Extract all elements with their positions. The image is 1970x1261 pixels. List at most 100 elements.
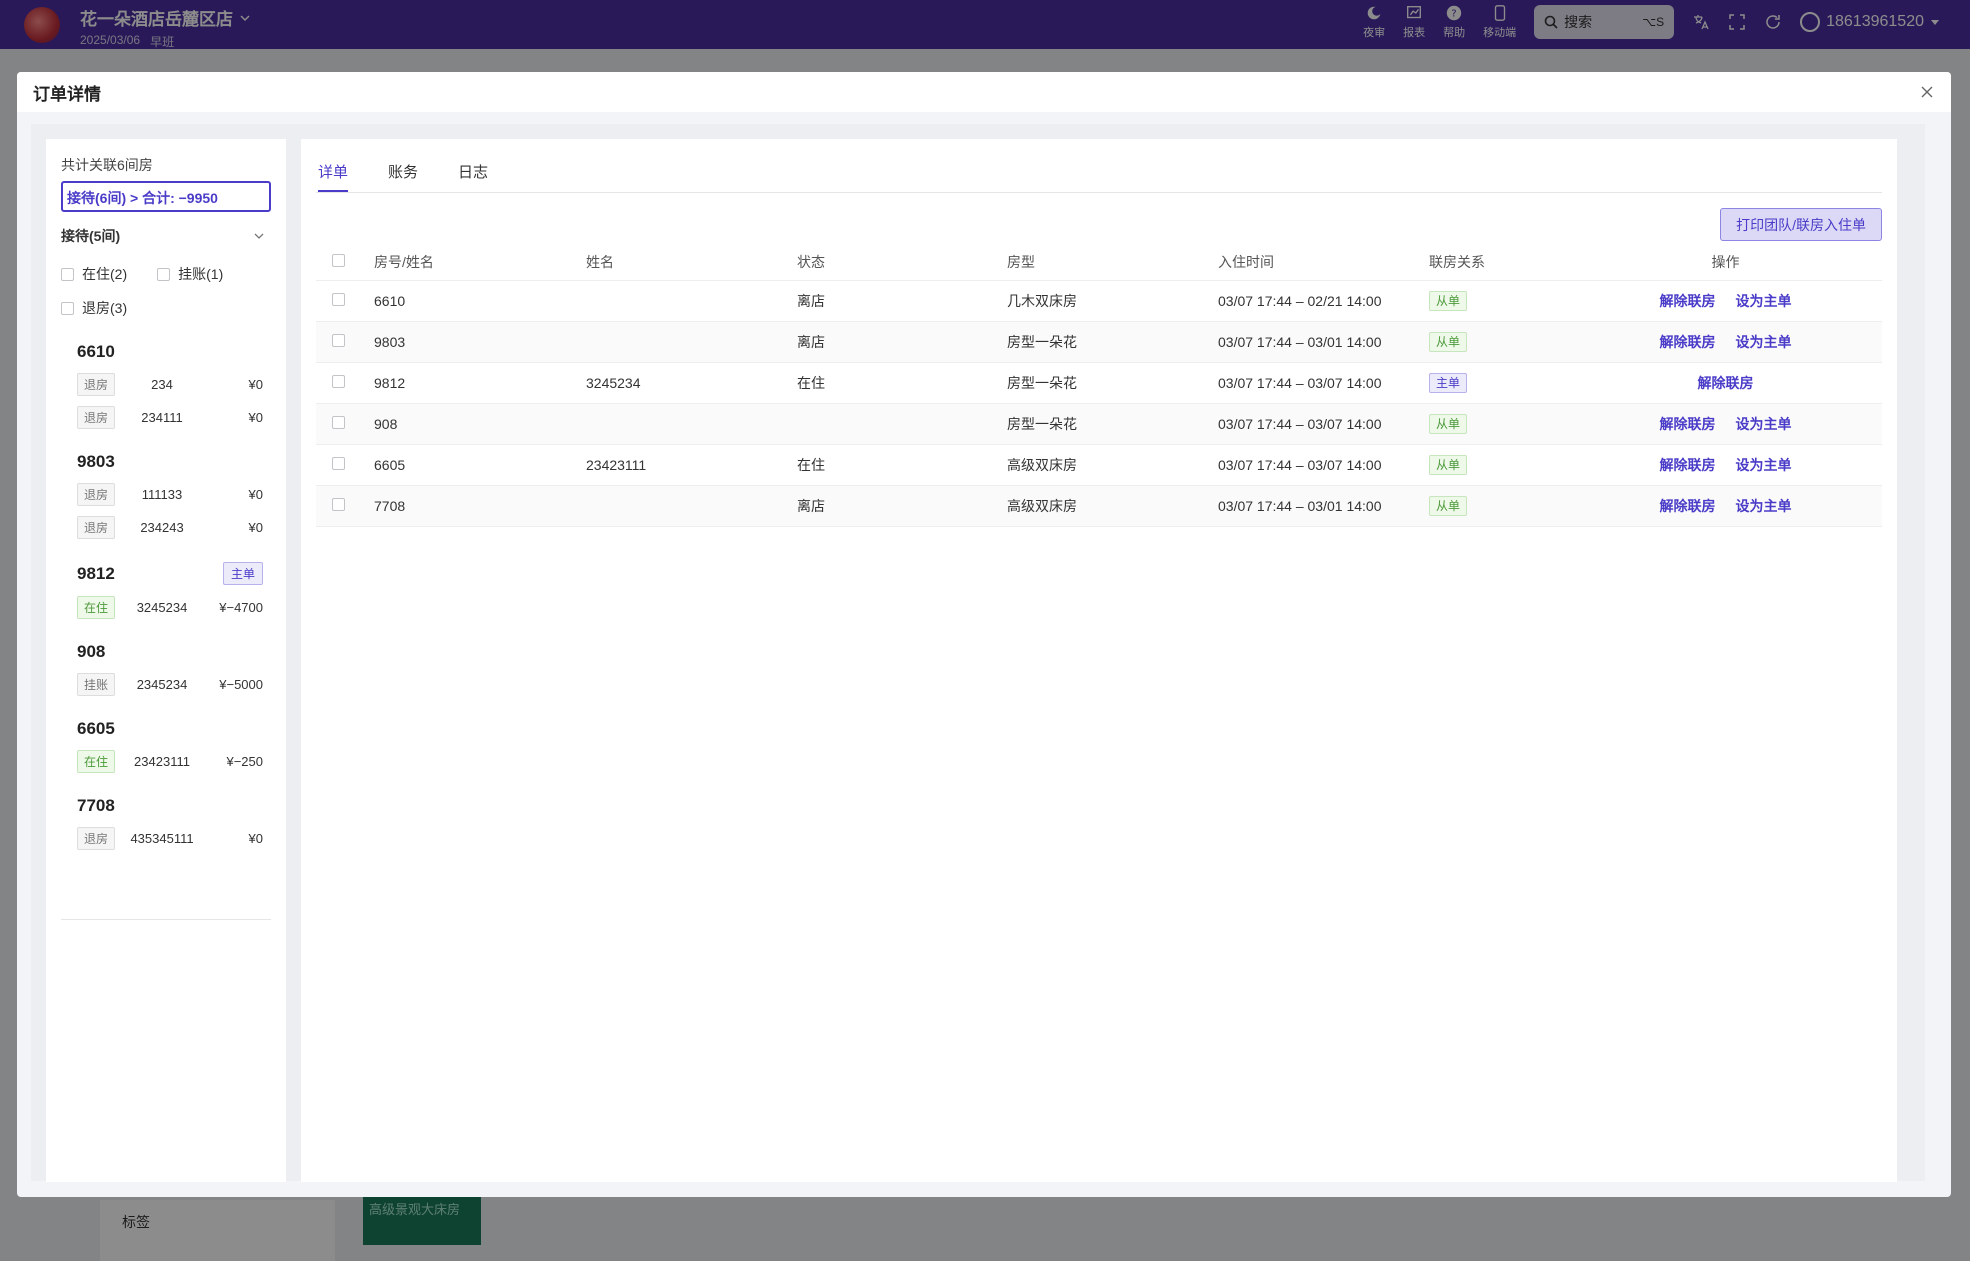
chevron-down-icon [254,233,264,239]
room-block[interactable]: 7708 退房 435345111 ¥0 [61,796,271,850]
guest-status-badge: 挂账 [77,672,116,696]
set-main-order-link[interactable]: 设为主单 [1736,416,1792,432]
room-number: 908 [77,642,106,661]
reception-summary[interactable]: 接待(6间) > 合计: −9950 [61,181,271,212]
table-row[interactable]: 9812 3245234 在住 房型一朵花 03/07 17:44 – 03/07 14… [316,362,1882,404]
order-detail-panel: 详单 账务 日志 打印团队/联房入住单 房号/姓名 姓名 状态 房型 入住时间 … [301,139,1897,1182]
room-header: 6610 [77,342,263,362]
linked-rooms-table: 房号/姓名 姓名 状态 房型 入住时间 联房关系 操作 6610 离店 几木双床房 0… [316,244,1882,527]
column-header: 房型 [1007,244,1218,281]
unlink-room-link[interactable]: 解除联房 [1660,334,1716,350]
set-main-order-link[interactable]: 设为主单 [1736,457,1792,473]
row-checkbox[interactable] [332,456,345,470]
set-main-order-link[interactable]: 设为主单 [1736,293,1792,309]
guest-status-badge: 退房 [77,372,116,396]
order-detail-modal: 订单详情 共计关联6间房 接待(6间) > 合计: −9950 接待(5间) 在… [17,72,1951,1197]
guest-row[interactable]: 在住 3245234 ¥−4700 [77,595,263,619]
linked-room-count: 共计关联6间房 [61,157,153,173]
guest-row[interactable]: 退房 111133 ¥0 [77,482,263,506]
table-row[interactable]: 6610 离店 几木双床房 03/07 17:44 – 02/21 14:00 从单 解除… [316,280,1882,322]
guest-status-badge: 退房 [77,826,116,850]
table-header-row: 房号/姓名 姓名 状态 房型 入住时间 联房关系 操作 [316,244,1882,281]
guest-status-badge: 退房 [77,482,116,506]
cell-relation: 从单 [1429,485,1569,527]
cell-operations: 解除联房 设为主单 [1569,485,1882,527]
tab-details[interactable]: 详单 [318,161,349,192]
cell-status [797,403,1007,445]
room-header: 7708 [77,796,263,816]
filter-on-account[interactable]: 挂账(1) [157,264,223,284]
unlink-room-link[interactable]: 解除联房 [1660,457,1716,473]
guest-row[interactable]: 退房 234243 ¥0 [77,515,263,539]
room-header: 9812 主单 [77,562,263,585]
filter-in-house[interactable]: 在住(2) [61,264,127,284]
column-header: 联房关系 [1429,244,1569,281]
column-header: 操作 [1569,244,1882,281]
guest-status-badge: 退房 [77,405,116,429]
room-block[interactable]: 9812 主单 在住 3245234 ¥−4700 [61,562,271,619]
cell-room-type: 高级双床房 [1007,444,1218,486]
cell-checkin-time: 03/07 17:44 – 03/01 14:00 [1218,321,1429,363]
row-checkbox[interactable] [332,333,345,347]
guest-name: 234243 [140,519,184,535]
table-row[interactable]: 9803 离店 房型一朵花 03/07 17:44 – 03/01 14:00 从单 解除… [316,321,1882,363]
room-block[interactable]: 908 挂账 2345234 ¥−5000 [61,642,271,696]
unlink-room-link[interactable]: 解除联房 [1660,498,1716,514]
guest-row[interactable]: 在住 23423111 ¥−250 [77,749,263,773]
room-block[interactable]: 9803 退房 111133 ¥0 退房 234243 ¥0 [61,452,271,539]
checkbox[interactable] [61,301,74,315]
cell-room-type: 几木双床房 [1007,280,1218,322]
checkbox[interactable] [157,267,171,281]
guest-row[interactable]: 退房 234111 ¥0 [77,405,263,429]
guest-amount: ¥0 [248,409,263,425]
guest-name: 435345111 [130,830,194,846]
tab-log[interactable]: 日志 [458,161,488,192]
set-main-order-link[interactable]: 设为主单 [1736,334,1792,350]
select-all-checkbox[interactable] [332,253,345,267]
checkbox[interactable] [61,267,74,281]
cell-room: 9803 [374,321,586,363]
table-row[interactable]: 908 房型一朵花 03/07 17:44 – 03/07 14:00 从单 解除联房 设… [316,403,1882,445]
cell-name [586,403,797,445]
reception-group-header[interactable]: 接待(5间) [61,226,271,246]
room-header: 908 [77,642,263,662]
guest-name: 3245234 [136,599,188,615]
filter-checked-out[interactable]: 退房(3) [61,298,127,318]
room-block[interactable]: 6605 在住 23423111 ¥−250 [61,719,271,773]
cell-name: 23423111 [586,444,797,486]
row-checkbox[interactable] [332,292,345,306]
row-checkbox[interactable] [332,497,345,511]
table-row[interactable]: 6605 23423111 在住 高级双床房 03/07 17:44 – 03/07 1… [316,444,1882,486]
unlink-room-link[interactable]: 解除联房 [1698,375,1754,391]
cell-name [586,280,797,322]
guest-name: 2345234 [136,676,188,692]
relation-badge: 从单 [1429,291,1468,311]
column-header: 房号/姓名 [374,244,586,281]
tab-accounts[interactable]: 账务 [388,161,418,192]
column-header: 状态 [797,244,1007,281]
cell-relation: 主单 [1429,362,1569,404]
cell-checkin-time: 03/07 17:44 – 03/07 14:00 [1218,444,1429,486]
guest-name: 234 [151,376,173,392]
set-main-order-link[interactable]: 设为主单 [1736,498,1792,514]
guest-row[interactable]: 挂账 2345234 ¥−5000 [77,672,263,696]
print-group-checkin-button[interactable]: 打印团队/联房入住单 [1720,208,1882,241]
cell-name [586,321,797,363]
guest-amount: ¥−5000 [219,676,263,692]
guest-row[interactable]: 退房 234 ¥0 [77,372,263,396]
filter-label: 在住(2) [82,266,128,282]
cell-status: 离店 [797,485,1007,527]
cell-operations: 解除联房 [1569,362,1882,404]
table-row[interactable]: 7708 离店 高级双床房 03/07 17:44 – 03/01 14:00 从单 解除… [316,485,1882,527]
room-number: 6605 [77,719,115,738]
row-checkbox[interactable] [332,415,345,429]
unlink-room-link[interactable]: 解除联房 [1660,293,1716,309]
close-icon[interactable] [1919,84,1935,100]
unlink-room-link[interactable]: 解除联房 [1660,416,1716,432]
room-block[interactable]: 6610 退房 234 ¥0 退房 234111 ¥0 [61,342,271,429]
row-checkbox[interactable] [332,374,345,388]
room-header: 9803 [77,452,263,472]
divider [61,919,271,920]
guest-amount: ¥0 [248,519,263,535]
guest-row[interactable]: 退房 435345111 ¥0 [77,826,263,850]
